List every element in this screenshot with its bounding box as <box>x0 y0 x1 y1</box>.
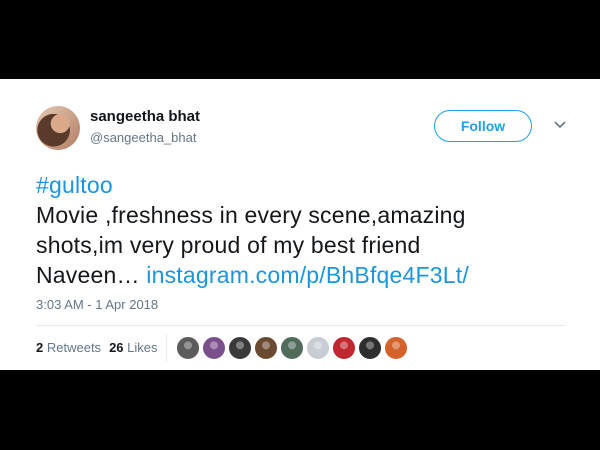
retweets-stat[interactable]: 2 Retweets <box>36 340 101 355</box>
liker-avatar[interactable] <box>332 336 356 360</box>
user-handle[interactable]: @sangeetha_bhat <box>90 130 196 145</box>
liker-avatar[interactable] <box>358 336 382 360</box>
likes-label: Likes <box>127 340 158 355</box>
tweet-timestamp[interactable]: 3:03 AM - 1 Apr 2018 <box>36 297 158 312</box>
liker-avatar[interactable] <box>384 336 408 360</box>
user-display-name[interactable]: sangeetha bhat <box>90 108 200 125</box>
chevron-down-icon[interactable] <box>553 120 567 130</box>
instagram-link[interactable]: instagram.com/p/BhBfqe4F3Lt/ <box>146 262 469 288</box>
liker-avatar[interactable] <box>254 336 278 360</box>
tweet-text-line-1: Movie ,freshness in every scene,amazing <box>36 202 466 228</box>
retweets-label: Retweets <box>46 340 102 355</box>
likes-count: 26 <box>109 340 124 355</box>
hashtag-link[interactable]: #gultoo <box>36 172 113 198</box>
liker-avatar[interactable] <box>280 336 304 360</box>
liker-avatar[interactable] <box>306 336 330 360</box>
tweet-text-line-3: Naveen… <box>36 262 147 288</box>
stats-separator <box>166 334 167 362</box>
follow-button[interactable]: Follow <box>434 110 532 142</box>
tweet-stats: 2 Retweets 26 Likes <box>36 340 158 355</box>
liker-avatar[interactable] <box>176 336 200 360</box>
tweet-text-line-2: shots,im very proud of my best friend <box>36 232 421 258</box>
user-avatar[interactable] <box>36 106 80 150</box>
likes-stat[interactable]: 26 Likes <box>109 340 157 355</box>
liker-avatar[interactable] <box>228 336 252 360</box>
divider <box>36 325 566 326</box>
liker-avatar[interactable] <box>202 336 226 360</box>
retweets-count: 2 <box>36 340 44 355</box>
tweet-text: #gultoo Movie ,freshness in every scene,… <box>36 170 556 290</box>
